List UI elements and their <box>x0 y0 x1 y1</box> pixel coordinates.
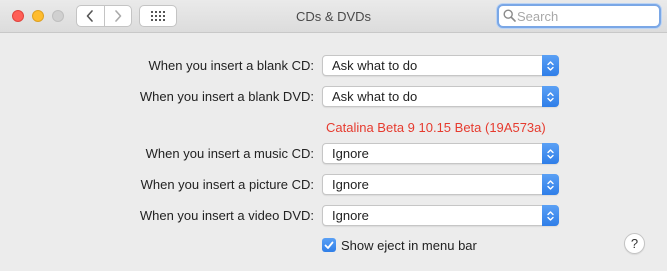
popup-arrows-icon <box>542 143 559 164</box>
help-button[interactable]: ? <box>624 233 645 254</box>
title-bar: CDs & DVDs <box>0 0 667 33</box>
search-icon <box>503 9 516 22</box>
show-eject-label[interactable]: Show eject in menu bar <box>341 238 477 253</box>
setting-row-music-cd: When you insert a music CD: Ignore <box>0 143 667 165</box>
popup-arrows-icon <box>542 205 559 226</box>
popup-value: Ask what to do <box>332 89 418 104</box>
setting-label: When you insert a music CD: <box>145 146 314 161</box>
setting-row-picture-cd: When you insert a picture CD: Ignore <box>0 174 667 196</box>
checkmark-icon <box>324 241 334 249</box>
setting-row-video-dvd: When you insert a video DVD: Ignore <box>0 205 667 227</box>
setting-label: When you insert a picture CD: <box>140 177 314 192</box>
blank-cd-action-popup[interactable]: Ask what to do <box>322 55 559 76</box>
popup-arrows-icon <box>542 86 559 107</box>
beta-version-text: Catalina Beta 9 10.15 Beta (19A573a) <box>326 120 546 135</box>
show-eject-option[interactable]: Show eject in menu bar <box>322 237 477 253</box>
music-cd-action-popup[interactable]: Ignore <box>322 143 559 164</box>
setting-row-blank-cd: When you insert a blank CD: Ask what to … <box>0 55 667 77</box>
popup-value: Ignore <box>332 146 369 161</box>
popup-value: Ignore <box>332 177 369 192</box>
search-field[interactable] <box>497 4 661 28</box>
popup-arrows-icon <box>542 55 559 76</box>
picture-cd-action-popup[interactable]: Ignore <box>322 174 559 195</box>
search-input[interactable] <box>517 7 653 25</box>
setting-label: When you insert a blank DVD: <box>139 89 314 104</box>
setting-row-blank-dvd: When you insert a blank DVD: Ask what to… <box>0 86 667 108</box>
popup-value: Ignore <box>332 208 369 223</box>
popup-arrows-icon <box>542 174 559 195</box>
blank-dvd-action-popup[interactable]: Ask what to do <box>322 86 559 107</box>
setting-label: When you insert a blank CD: <box>148 58 314 73</box>
show-eject-checkbox[interactable] <box>322 238 336 252</box>
video-dvd-action-popup[interactable]: Ignore <box>322 205 559 226</box>
popup-value: Ask what to do <box>332 58 418 73</box>
setting-label: When you insert a video DVD: <box>139 208 314 223</box>
